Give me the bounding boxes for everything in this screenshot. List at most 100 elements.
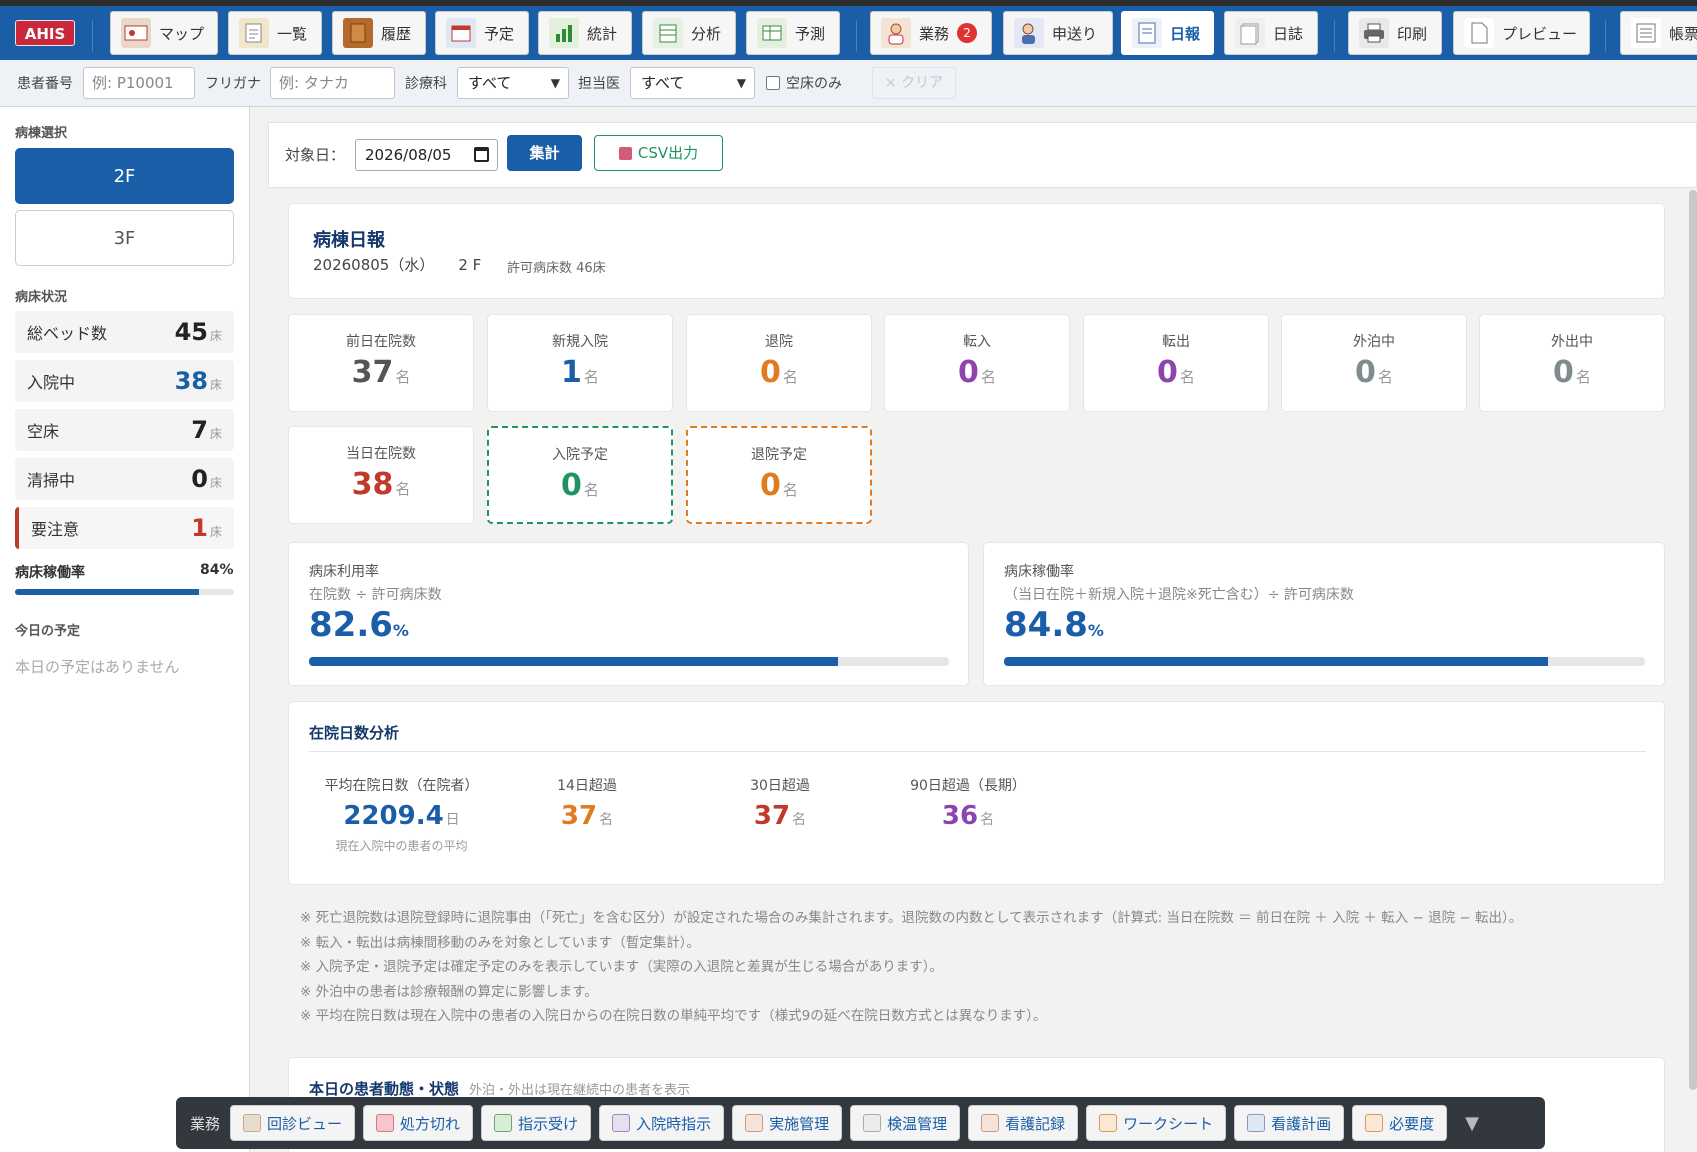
kpi-value: 0 <box>760 468 781 503</box>
patient-number-input[interactable]: 例: P10001 <box>83 67 195 99</box>
occupancy-value: 84% <box>200 562 234 578</box>
nursing-plan-button[interactable]: 看護計画 <box>1234 1105 1345 1141</box>
nav-forms-button[interactable]: 帳票 <box>1620 11 1697 55</box>
nav-forecast-button[interactable]: 予測 <box>746 11 840 55</box>
report-date: 20260805（水） <box>313 256 435 274</box>
kpi-new-admissions: 新規入院 1名 <box>487 314 673 412</box>
kpi-value: 1 <box>561 355 582 390</box>
nav-schedule-button[interactable]: 予定 <box>435 11 529 55</box>
collapse-toggle-icon[interactable]: ▼ <box>1465 1113 1479 1134</box>
ward-button-3f[interactable]: 3F <box>15 210 234 266</box>
rate-title: 病床稼働率 <box>1004 564 1074 580</box>
stat-admitted: 入院中 38 床 <box>15 360 234 402</box>
round-view-button[interactable]: 回診ビュー <box>230 1105 356 1141</box>
nav-handover-button[interactable]: 申送り <box>1003 11 1113 55</box>
stat-label: 清掃中 <box>27 471 76 490</box>
kpi-day-out: 外出中 0名 <box>1479 314 1665 412</box>
nav-statistics-button[interactable]: 統計 <box>538 11 632 55</box>
admission-order-button[interactable]: 入院時指示 <box>599 1105 725 1141</box>
page-scrollbar[interactable] <box>1689 190 1697 1090</box>
stat-label: 要注意 <box>31 520 80 539</box>
los-average: 平均在院日数（在院者） 2209.4 日 現在入院中の患者の平均 <box>309 775 494 854</box>
kpi-label: 転入 <box>963 334 991 350</box>
execution-management-button[interactable]: 実施管理 <box>732 1105 843 1141</box>
kpi-label: 外出中 <box>1551 334 1593 350</box>
los-label: 30日超過 <box>750 778 810 794</box>
doctor-select[interactable]: すべて ▼ <box>630 67 755 99</box>
rate-formula: （当日在院＋新規入院＋退院※死亡含む）÷ 許可病床数 <box>1004 587 1354 603</box>
nav-label: 帳票 <box>1669 24 1697 43</box>
nav-analysis-button[interactable]: 分析 <box>642 11 736 55</box>
kpi-discharges: 退院 0名 <box>686 314 872 412</box>
kpi-previous-day-inpatients: 前日在院数 37 名 <box>288 314 474 412</box>
los-value: 2209.4 <box>343 801 444 831</box>
acuity-button[interactable]: 必要度 <box>1352 1105 1448 1141</box>
rate-value: 84.8 <box>1004 605 1088 645</box>
los-value: 36 <box>941 801 979 831</box>
kpi-label: 当日在院数 <box>346 446 416 462</box>
note-line: ※ 転入・転出は病棟間移動のみを対象としています（暫定集計）。 <box>300 934 700 951</box>
rate-unit: % <box>1087 621 1104 640</box>
bed-occupancy-card: 病床稼働率 （当日在院＋新規入院＋退院※死亡含む）÷ 許可病床数 84.8% <box>983 542 1665 686</box>
doctor-select-value: すべて <box>641 74 685 92</box>
kpi-label: 外泊中 <box>1353 334 1395 350</box>
nav-daily-report-button[interactable]: 日報 <box>1121 11 1214 55</box>
kpi-label: 転出 <box>1162 334 1190 350</box>
kpi-unit: 名 <box>1377 368 1393 386</box>
report-ward: 2 F <box>458 256 482 274</box>
divider <box>309 751 1646 752</box>
main-content: 対象日： 2026/08/05 集計 CSV出力 病棟日報 20260805（水… <box>250 107 1697 1152</box>
csv-export-label: CSV出力 <box>637 144 699 162</box>
journal-icon <box>1235 18 1265 48</box>
los-over-30: 30日超過 37 名 <box>710 775 850 831</box>
nav-history-button[interactable]: 履歴 <box>332 11 426 55</box>
nav-tasks-button[interactable]: 業務 2 <box>870 11 992 55</box>
clear-button[interactable]: × クリア <box>872 67 956 99</box>
nav-list-button[interactable]: 一覧 <box>228 11 322 55</box>
rate-value: 82.6 <box>309 605 393 645</box>
nav-print-button[interactable]: 印刷 <box>1348 11 1442 55</box>
nav-label: 予測 <box>795 24 826 43</box>
target-date-input[interactable]: 2026/08/05 <box>355 139 498 171</box>
aggregate-button[interactable]: 集計 <box>507 135 582 171</box>
nav-preview-button[interactable]: プレビュー <box>1453 11 1590 55</box>
stat-unit: 床 <box>209 476 222 490</box>
licensed-beds: 許可病床数 46床 <box>507 261 606 276</box>
analysis-icon <box>653 18 683 48</box>
vitals-management-button[interactable]: 検温管理 <box>850 1105 961 1141</box>
kpi-unit: 名 <box>980 368 996 386</box>
occupancy-bar-fill <box>15 589 199 595</box>
kpi-value: 0 <box>1355 355 1376 390</box>
chevron-down-icon: ▼ <box>736 76 746 90</box>
nursing-record-button[interactable]: 看護記録 <box>968 1105 1079 1141</box>
nav-map-button[interactable]: マップ <box>110 11 218 55</box>
kpi-overnight-leave: 外泊中 0名 <box>1281 314 1467 412</box>
kana-input[interactable]: 例: タナカ <box>270 67 395 99</box>
quick-button-label: 看護記録 <box>1005 1114 1066 1133</box>
thermometer-icon <box>863 1114 882 1132</box>
quick-button-label: 実施管理 <box>769 1114 830 1133</box>
statistics-icon <box>549 18 579 48</box>
worksheet-button[interactable]: ワークシート <box>1086 1105 1227 1141</box>
separator <box>856 20 857 52</box>
kpi-unit: 名 <box>1179 368 1195 386</box>
ward-button-2f[interactable]: 2F <box>15 148 234 204</box>
nav-journal-button[interactable]: 日誌 <box>1224 11 1318 55</box>
department-select[interactable]: すべて ▼ <box>457 67 569 99</box>
printer-icon <box>1359 18 1389 48</box>
csv-export-button[interactable]: CSV出力 <box>594 135 723 171</box>
today-schedule-empty: 本日の予定はありません <box>15 658 180 676</box>
vacant-only-checkbox[interactable] <box>766 76 780 90</box>
stat-value: 1 <box>191 514 208 542</box>
prescription-expiry-button[interactable]: 処方切れ <box>363 1105 474 1141</box>
kpi-transfer-out: 転出 0名 <box>1083 314 1269 412</box>
stat-unit: 床 <box>209 378 222 392</box>
calendar-icon <box>474 147 489 162</box>
order-receipt-button[interactable]: 指示受け <box>481 1105 592 1141</box>
stat-value: 45 <box>174 318 208 346</box>
kpi-current-inpatients: 当日在院数 38 名 <box>288 426 474 524</box>
department-label: 診療科 <box>405 76 447 92</box>
los-unit: 名 <box>980 812 995 828</box>
los-label: 90日超過（長期） <box>910 778 1026 794</box>
stat-caution: 要注意 1床 <box>15 507 234 549</box>
